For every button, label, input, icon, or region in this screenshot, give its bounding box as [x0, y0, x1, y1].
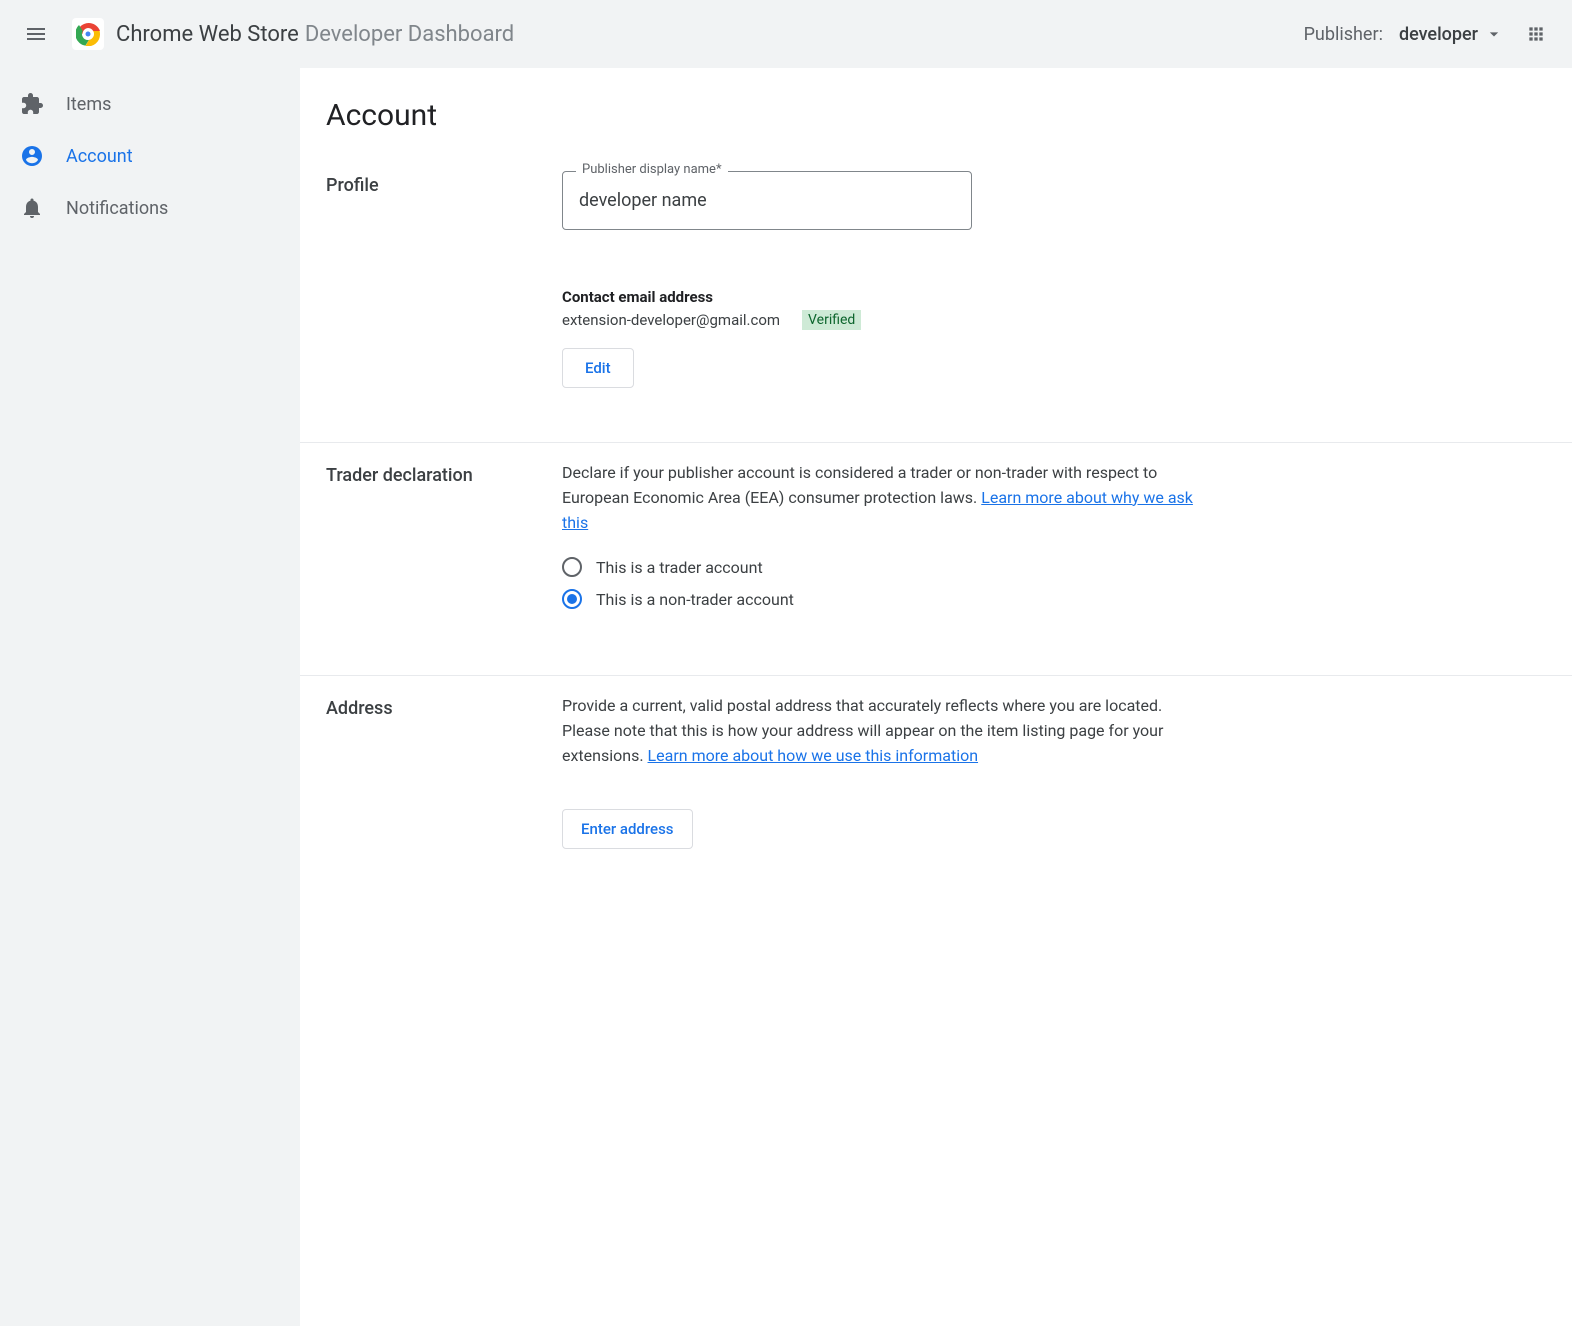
logo-subtitle: Developer Dashboard: [305, 22, 514, 47]
publisher-display-name-field: Publisher display name*: [562, 171, 1202, 230]
sidebar-item-label: Account: [66, 146, 133, 167]
contact-email-title: Contact email address: [562, 288, 1202, 306]
sidebar-item-notifications[interactable]: Notifications: [0, 182, 292, 234]
radio-trader-account[interactable]: This is a trader account: [562, 557, 1202, 577]
radio-label: This is a non-trader account: [596, 590, 794, 609]
menu-icon: [24, 22, 48, 46]
main-content: Account Profile Publisher display name* …: [300, 68, 1572, 1326]
menu-button[interactable]: [16, 14, 56, 54]
profile-section: Profile Publisher display name* Contact …: [300, 153, 1572, 443]
page-title: Account: [300, 68, 1572, 153]
radio-unchecked-icon: [562, 557, 582, 577]
bell-icon: [20, 196, 44, 220]
display-name-input[interactable]: [562, 171, 972, 230]
enter-address-button[interactable]: Enter address: [562, 809, 693, 849]
app-header: Chrome Web Store Developer Dashboard Pub…: [0, 0, 1572, 68]
address-section: Address Provide a current, valid postal …: [300, 676, 1572, 902]
verified-badge: Verified: [802, 310, 861, 330]
profile-section-label: Profile: [326, 171, 562, 388]
address-description: Provide a current, valid postal address …: [562, 694, 1202, 768]
logo-title: Chrome Web Store: [116, 22, 299, 47]
apps-grid-icon: [1526, 24, 1546, 44]
trader-section: Trader declaration Declare if your publi…: [300, 443, 1572, 676]
extension-icon: [20, 92, 44, 116]
edit-email-button[interactable]: Edit: [562, 348, 634, 388]
display-name-label: Publisher display name*: [576, 162, 728, 177]
logo: Chrome Web Store Developer Dashboard: [72, 18, 514, 50]
google-apps-button[interactable]: [1516, 14, 1556, 54]
radio-checked-icon: [562, 589, 582, 609]
trader-section-label: Trader declaration: [326, 461, 562, 621]
publisher-dropdown[interactable]: developer: [1399, 24, 1504, 45]
radio-non-trader-account[interactable]: This is a non-trader account: [562, 589, 1202, 609]
trader-description: Declare if your publisher account is con…: [562, 461, 1202, 535]
dropdown-icon: [1484, 24, 1504, 44]
sidebar-item-label: Items: [66, 94, 111, 115]
publisher-label: Publisher:: [1304, 24, 1383, 45]
sidebar: Items Account Notifications: [0, 68, 300, 1326]
contact-email-value: extension-developer@gmail.com: [562, 311, 780, 329]
sidebar-item-account[interactable]: Account: [0, 130, 292, 182]
address-section-label: Address: [326, 694, 562, 848]
account-icon: [20, 144, 44, 168]
radio-label: This is a trader account: [596, 558, 763, 577]
sidebar-item-label: Notifications: [66, 198, 168, 219]
address-learn-more-link[interactable]: Learn more about how we use this informa…: [648, 746, 979, 765]
chrome-web-store-icon: [72, 18, 104, 50]
publisher-value: developer: [1399, 24, 1478, 45]
sidebar-item-items[interactable]: Items: [0, 78, 292, 130]
